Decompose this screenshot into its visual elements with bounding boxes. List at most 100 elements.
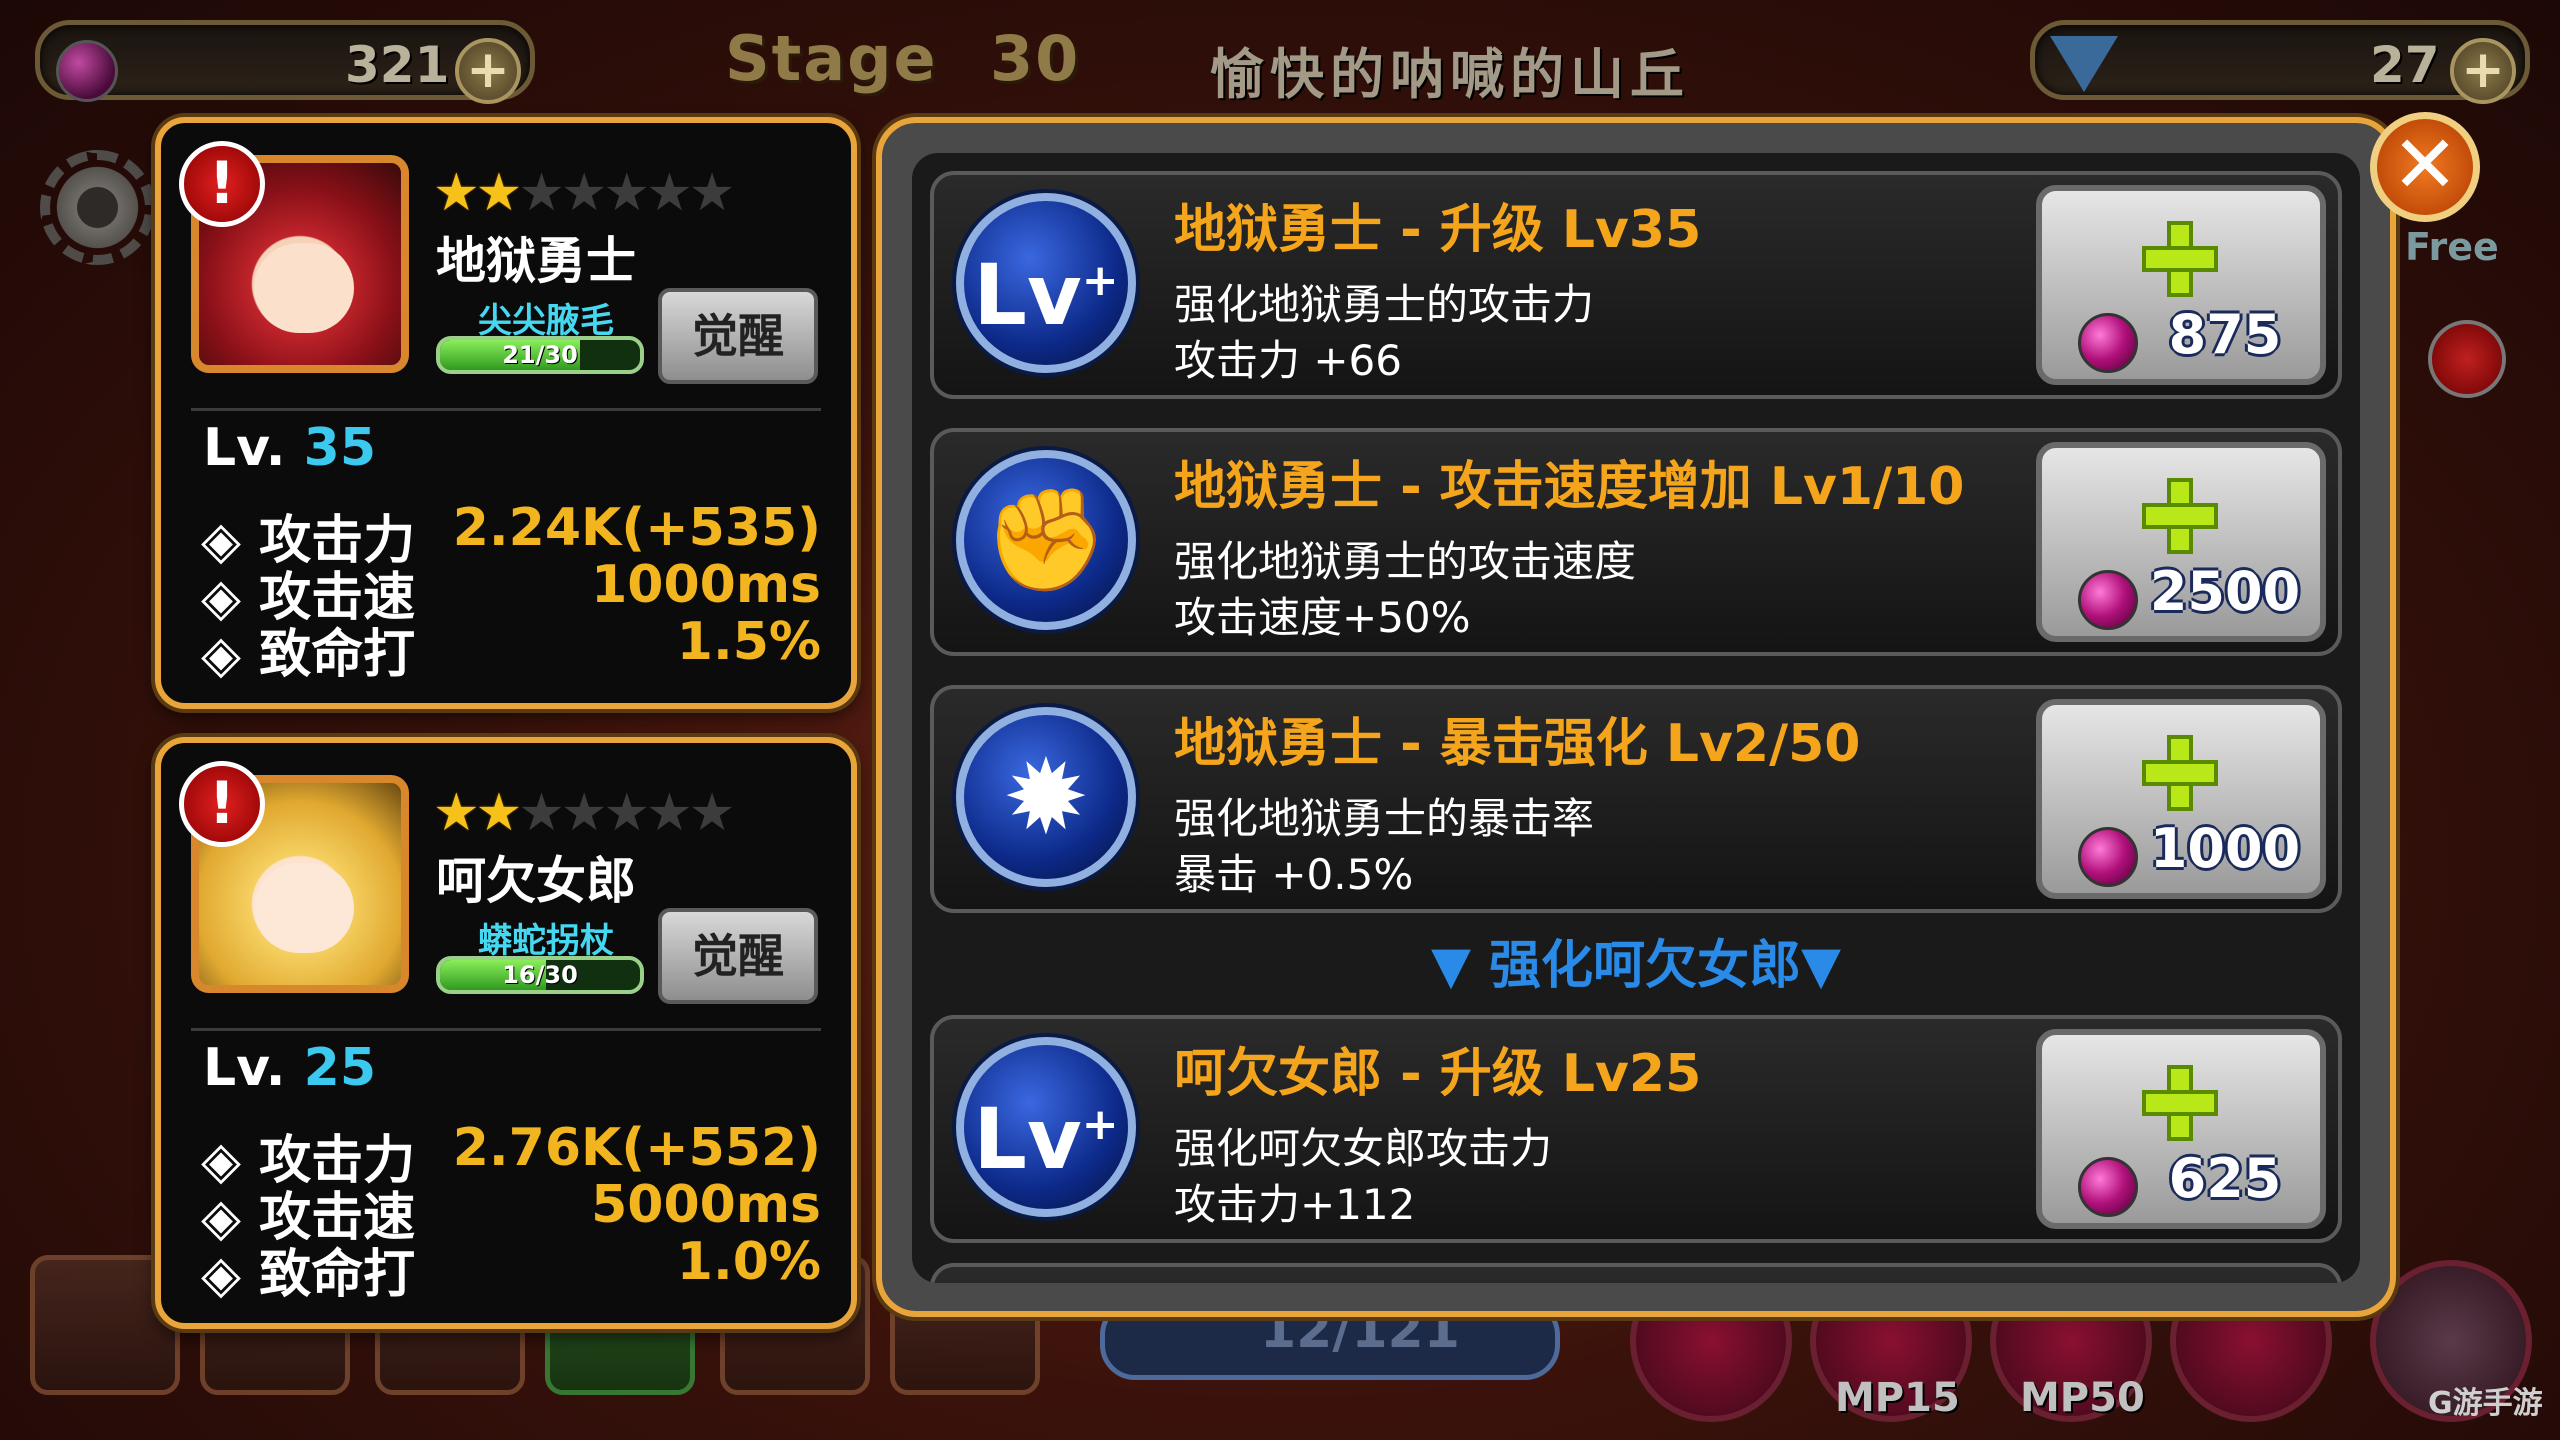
upgrade-title: 地狱勇士 - 升级 Lv35 [1174,200,1702,260]
star-icon: ★ [603,163,651,223]
star-rating: ★★★★★★★ [433,783,735,843]
stat-value: 2.76K(+552) [452,1118,821,1178]
star-icon: ★ [560,163,608,223]
upgrade-effect: 暴击 +0.5% [1174,850,1414,899]
mp-cost-label: MP50 [2020,1375,2145,1421]
section-header: ▼ 强化呵欠女郎▼ [1430,936,1842,996]
alert-icon: ! [179,141,265,227]
hero-card: ! ★★★★★★★ 呵欠女郎 蟒蛇拐杖 16/30 觉醒 Lv. 25 ◈ 攻击… [155,737,857,1329]
star-icon: ★ [688,163,736,223]
upgrade-buy-button[interactable]: 2500 [2036,442,2326,642]
upgrade-title: 地狱勇士 - 攻击速度增加 Lv1/10 [1174,457,1965,517]
upgrade-description: 强化地狱勇士的攻击速度 [1174,537,1637,586]
upgrade-price: 1000 [2149,817,2301,880]
plus-icon [2142,221,2218,297]
stat-name: ◈ 致命打 [201,625,416,685]
fist-icon: ✊ [956,450,1136,630]
star-icon: ★ [603,783,651,843]
hero-name: 呵欠女郎 [436,852,636,910]
upgrade-row: Lv+ 呵欠女郎 - 升级 Lv25 强化呵欠女郎攻击力 攻击力+112 625 [930,1015,2342,1243]
upgrade-row-partial [930,1263,2342,1283]
mp-cost-label: MP15 [1835,1375,1960,1421]
weapon-name: 蟒蛇拐杖 [478,921,614,961]
hero-name: 地狱勇士 [436,232,636,290]
upgrade-list[interactable]: Lv+ 地狱勇士 - 升级 Lv35 强化地狱勇士的攻击力 攻击力 +66 87… [912,153,2360,1283]
upgrade-row: ✊ 地狱勇士 - 攻击速度增加 Lv1/10 强化地狱勇士的攻击速度 攻击速度+… [930,428,2342,656]
stat-value: 2.24K(+535) [452,498,821,558]
star-icon: ★ [518,783,565,843]
icon-glyph: Lv [973,1090,1082,1188]
plus-icon [2142,735,2218,811]
hero-level: Lv. 35 [203,418,376,478]
star-icon: ★ [433,163,480,223]
upgrade-price: 2500 [2149,560,2301,623]
exp-text: 21/30 [502,341,578,369]
stage-number: 30 [990,22,1081,95]
stage-label: Stage [725,22,938,95]
close-button[interactable]: ✕ [2370,112,2480,222]
add-diamonds-button[interactable]: + [2450,38,2516,104]
upgrade-effect: 攻击速度+50% [1174,593,1471,642]
star-icon: ★ [560,783,608,843]
upgrade-price: 625 [2168,1147,2282,1210]
gear-icon[interactable] [40,150,155,265]
add-gems-button[interactable]: + [455,38,521,104]
gem-icon [2078,1157,2138,1217]
divider [191,1028,821,1031]
upgrade-price: 875 [2168,303,2282,366]
hero-face [254,243,354,333]
gem-icon [2078,313,2138,373]
level-up-icon: Lv+ [956,1037,1136,1217]
stat-value: 1000ms [591,555,821,615]
stat-attack: ◈ 攻击力 2.24K(+535) [201,498,821,571]
star-icon: ★ [518,163,565,223]
plus-icon [2142,1065,2218,1141]
diamond-icon [2050,36,2118,92]
free-badge[interactable]: Free [2405,225,2499,269]
upgrade-description: 强化地狱勇士的暴击率 [1174,794,1595,843]
star-icon: ★ [433,783,480,843]
awaken-button[interactable]: 觉醒 [658,908,818,1004]
upgrade-effect: 攻击力 +66 [1174,336,1402,385]
upgrade-title: 地狱勇士 - 暴击强化 Lv2/50 [1174,714,1861,774]
weapon-name: 尖尖腋毛 [478,301,614,341]
stat-value: 5000ms [591,1175,821,1235]
upgrade-panel: Lv+ 地狱勇士 - 升级 Lv35 强化地狱勇士的攻击力 攻击力 +66 87… [876,117,2396,1317]
star-icon: ★ [475,783,523,843]
exp-bar: 16/30 [436,956,644,994]
gem-count: 321 [345,36,450,94]
hero-level: Lv. 25 [203,1038,376,1098]
critical-burst-icon: ✹ [956,707,1136,887]
level-up-icon: Lv+ [956,193,1136,373]
awaken-button[interactable]: 觉醒 [658,288,818,384]
level-prefix: Lv. [203,1038,286,1098]
stat-value: 1.5% [676,612,821,672]
star-icon: ★ [475,163,523,223]
upgrade-row: Lv+ 地狱勇士 - 升级 Lv35 强化地狱勇士的攻击力 攻击力 +66 87… [930,171,2342,399]
upgrade-buy-button[interactable]: 875 [2036,185,2326,385]
exp-bar: 21/30 [436,336,644,374]
stat-critical: ◈ 致命打 1.5% [201,612,821,685]
stat-attack-speed: ◈ 攻击速 1000ms [201,555,821,628]
star-icon: ★ [646,783,693,843]
stat-attack: ◈ 攻击力 2.76K(+552) [201,1118,821,1191]
upgrade-row: ✹ 地狱勇士 - 暴击强化 Lv2/50 强化地狱勇士的暴击率 暴击 +0.5%… [930,685,2342,913]
upgrade-effect: 攻击力+112 [1174,1180,1416,1229]
upgrade-buy-button[interactable]: 1000 [2036,699,2326,899]
stat-name: ◈ 致命打 [201,1245,416,1305]
stat-attack-speed: ◈ 攻击速 5000ms [201,1175,821,1248]
alert-icon[interactable] [2428,320,2506,398]
upgrade-buy-button[interactable]: 625 [2036,1029,2326,1229]
watermark: G游手游 [2428,1386,2543,1421]
upgrade-title: 呵欠女郎 - 升级 Lv25 [1174,1044,1702,1104]
gem-icon [56,40,118,102]
icon-glyph: ✊ [983,481,1109,598]
level-value: 25 [303,1038,377,1098]
diamond-count: 27 [2370,36,2440,94]
alert-icon: ! [179,761,265,847]
divider [191,408,821,411]
gem-icon [2078,570,2138,630]
stat-critical: ◈ 致命打 1.0% [201,1232,821,1305]
exp-text: 16/30 [502,961,578,989]
icon-glyph: Lv [973,246,1082,344]
